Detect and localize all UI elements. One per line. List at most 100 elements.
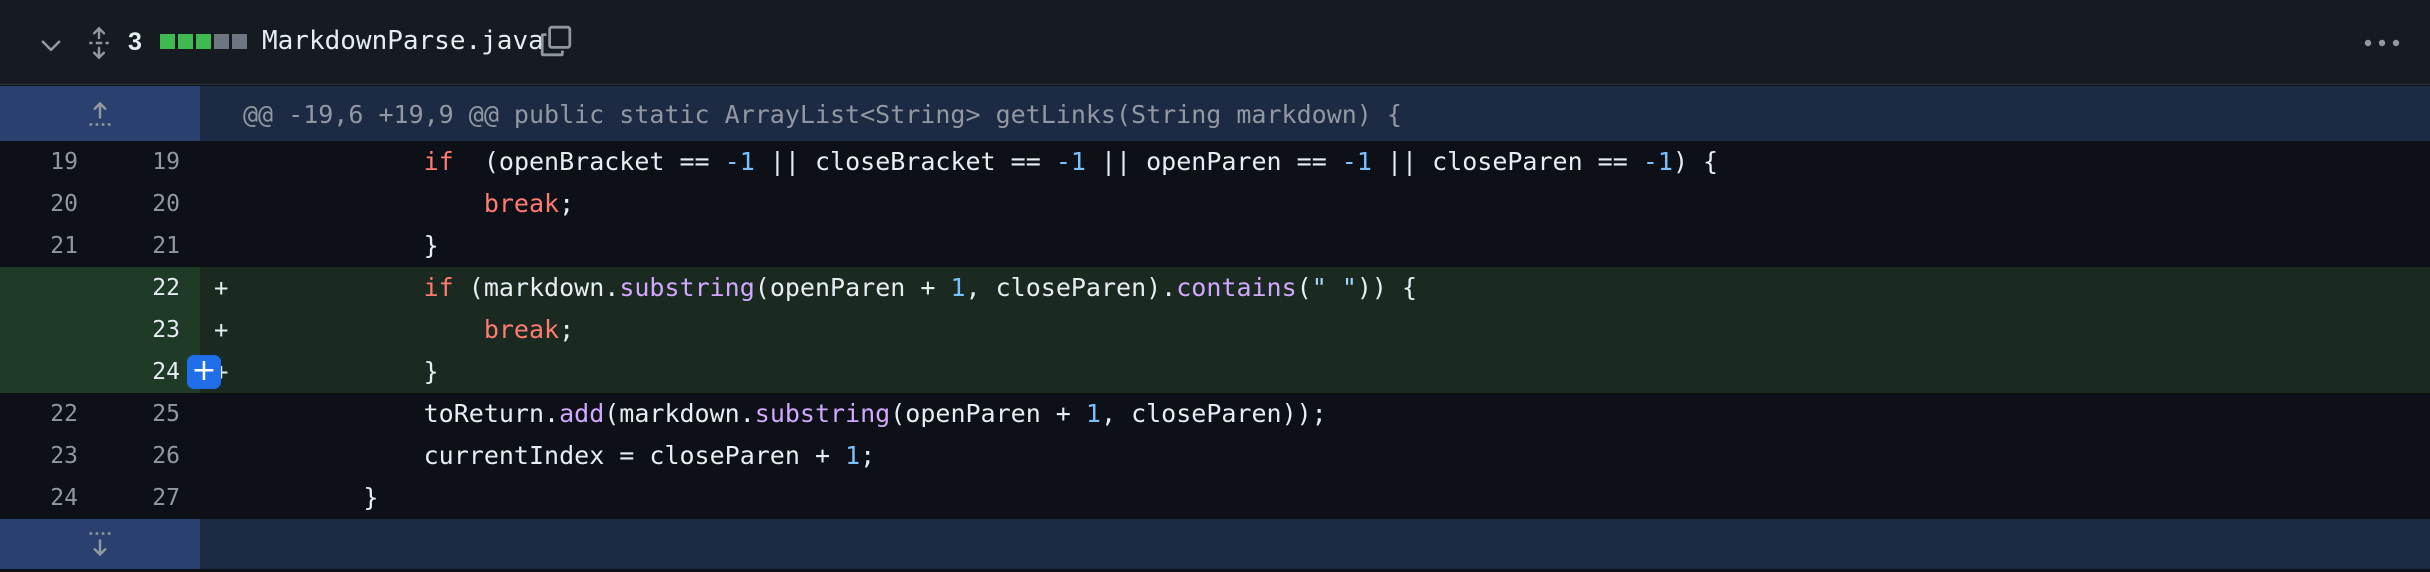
code-token: -1 — [1055, 147, 1086, 176]
old-line-number[interactable] — [0, 267, 78, 309]
new-line-number[interactable]: 22 — [100, 267, 180, 309]
code-token: currentIndex = closeParen + — [423, 441, 846, 470]
diff-line-added: 23 + break; — [0, 309, 2430, 351]
old-line-number[interactable]: 19 — [0, 141, 78, 183]
diff-marker: + — [214, 274, 229, 302]
code-line: break; — [243, 309, 574, 351]
diff-line-added: 24 + + } — [0, 351, 2430, 393]
new-line-number[interactable]: 20 — [100, 183, 180, 225]
code-token: , closeParen). — [965, 273, 1177, 302]
code-token: } — [363, 483, 379, 512]
code-token: add — [559, 399, 605, 428]
code-token: ; — [559, 315, 575, 344]
code-line: } — [243, 477, 378, 519]
change-count: 3 — [128, 28, 142, 56]
diffstat-block — [196, 34, 211, 49]
code-token: ) { — [1672, 147, 1719, 176]
diff-line-context: 24 27 } — [0, 477, 2430, 519]
code-token: (openBracket == — [453, 147, 725, 176]
code-token: if — [423, 147, 454, 176]
code-token: -1 — [1341, 147, 1372, 176]
code-line: } — [243, 225, 439, 267]
hunk-footer-row — [0, 519, 2430, 569]
code-token: toReturn. — [423, 399, 560, 428]
code-token: break — [483, 315, 560, 344]
diffstat — [160, 34, 247, 49]
code-line: toReturn.add(markdown.substring(openPare… — [243, 393, 1327, 435]
code-token: if — [423, 273, 454, 302]
code-token: 1 — [1085, 399, 1101, 428]
code-line: if (markdown.substring(openParen + 1, cl… — [243, 267, 1417, 309]
code-token: } — [423, 231, 439, 260]
copy-icon[interactable] — [539, 24, 573, 58]
diff-line-context: 22 25 toReturn.add(markdown.substring(ope… — [0, 393, 2430, 435]
expand-up-icon — [89, 101, 111, 126]
new-line-number[interactable]: 26 — [100, 435, 180, 477]
kebab-horizontal-icon[interactable] — [2362, 30, 2402, 56]
chevron-down-icon[interactable] — [38, 32, 64, 58]
old-line-number[interactable] — [0, 351, 78, 393]
code-token: || openParen == — [1085, 147, 1342, 176]
diff-line-context: 20 20 break; — [0, 183, 2430, 225]
code-line: } — [243, 351, 439, 393]
add-comment-button[interactable]: + — [187, 355, 221, 389]
expand-down-icon — [89, 532, 111, 557]
old-line-number[interactable]: 24 — [0, 477, 78, 519]
old-line-number[interactable]: 21 — [0, 225, 78, 267]
file-header: 3 MarkdownParse.java — [0, 0, 2430, 85]
expand-up-button[interactable] — [0, 86, 200, 141]
code-line: currentIndex = closeParen + 1; — [243, 435, 876, 477]
diff-line-context: 21 21 } — [0, 225, 2430, 267]
code-token: (openParen + — [754, 273, 951, 302]
diff-marker: + — [214, 316, 229, 344]
code-token: ( — [1296, 273, 1312, 302]
unfold-icon[interactable] — [86, 26, 112, 60]
code-token: -1 — [1642, 147, 1673, 176]
code-token: 1 — [950, 273, 966, 302]
diff-line-added: 22 + if (markdown.substring(openParen + 1… — [0, 267, 2430, 309]
code-token: substring — [619, 273, 755, 302]
diffstat-block — [160, 34, 175, 49]
code-token: || closeBracket == — [754, 147, 1056, 176]
new-line-number[interactable]: 19 — [100, 141, 180, 183]
old-line-number[interactable]: 20 — [0, 183, 78, 225]
code-token: break — [483, 189, 560, 218]
diffstat-block — [232, 34, 247, 49]
new-line-number[interactable]: 27 — [100, 477, 180, 519]
old-line-number[interactable] — [0, 309, 78, 351]
code-token: substring — [754, 399, 891, 428]
code-token: } — [423, 357, 439, 386]
new-line-number[interactable]: 21 — [100, 225, 180, 267]
code-token: || closeParen == — [1371, 147, 1643, 176]
diff-line-context: 23 26 currentIndex = closeParen + 1; — [0, 435, 2430, 477]
code-token: " " — [1311, 273, 1357, 302]
code-token: ; — [559, 189, 575, 218]
expand-down-button[interactable] — [0, 519, 200, 569]
code-token: , closeParen)); — [1100, 399, 1327, 428]
file-name[interactable]: MarkdownParse.java — [262, 26, 544, 56]
code-line: break; — [243, 183, 574, 225]
diff-lines: 19 19 if (openBracket == -1 || closeBrack… — [0, 141, 2430, 519]
code-line: if (openBracket == -1 || closeBracket ==… — [243, 141, 1718, 183]
old-line-number[interactable]: 22 — [0, 393, 78, 435]
code-token: (openParen + — [890, 399, 1086, 428]
old-line-number[interactable]: 23 — [0, 435, 78, 477]
diff-table: @@ -19,6 +19,9 @@ public static ArrayLis… — [0, 86, 2430, 569]
new-line-number[interactable]: 24 — [100, 351, 180, 393]
hunk-header-row: @@ -19,6 +19,9 @@ public static ArrayLis… — [0, 86, 2430, 141]
code-token: -1 — [724, 147, 755, 176]
new-line-number[interactable]: 23 — [100, 309, 180, 351]
new-line-number[interactable]: 25 — [100, 393, 180, 435]
code-token: contains — [1176, 273, 1297, 302]
code-token: ; — [860, 441, 876, 470]
code-token: )) { — [1356, 273, 1418, 302]
